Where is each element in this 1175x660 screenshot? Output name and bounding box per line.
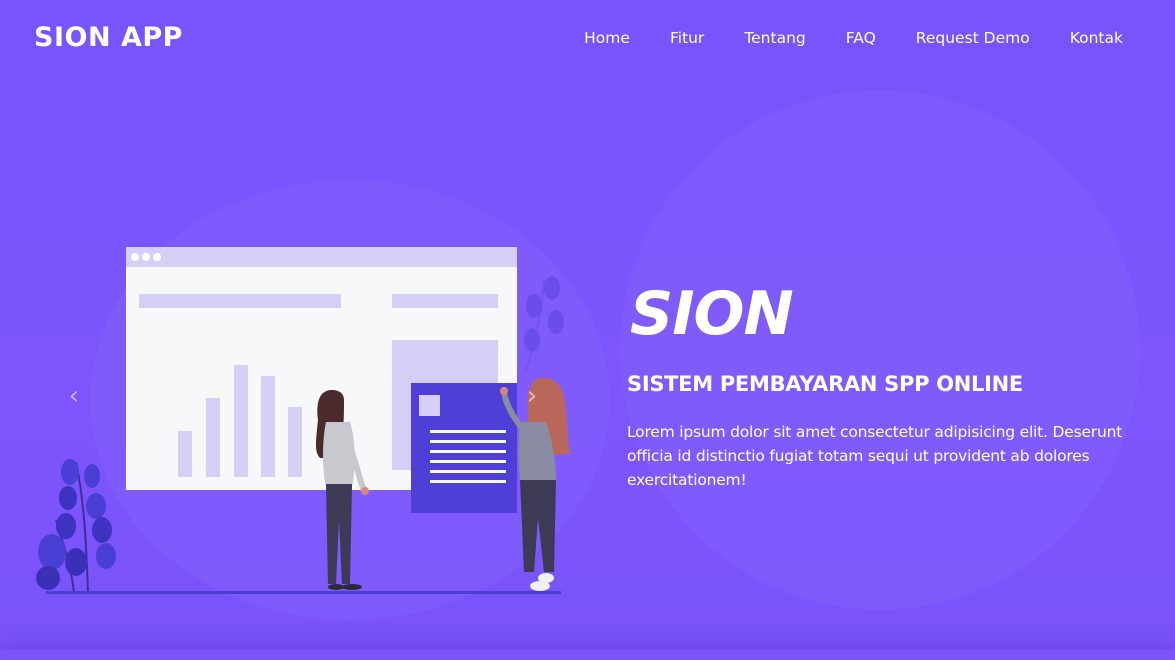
hero-title: SION <box>630 279 794 349</box>
nav-home[interactable]: Home <box>584 28 630 48</box>
hero-subtitle: SISTEM PEMBAYARAN SPP ONLINE <box>627 372 1023 396</box>
chevron-right-icon: › <box>526 381 538 411</box>
document-card-illustration <box>411 383 517 513</box>
nav-fitur[interactable]: Fitur <box>670 28 704 48</box>
background-blob <box>620 90 1140 610</box>
nav-faq[interactable]: FAQ <box>846 28 876 48</box>
chevron-left-icon: ‹ <box>68 381 80 411</box>
hero-description: Lorem ipsum dolor sit amet consectetur a… <box>627 423 1123 489</box>
nav-kontak[interactable]: Kontak <box>1070 28 1123 48</box>
main-nav: Home Fitur Tentang FAQ Request Demo Kont… <box>544 28 1123 48</box>
hero-illustration <box>36 247 570 594</box>
section-divider-shadow <box>0 650 1175 660</box>
navbar: SION APP Home Fitur Tentang FAQ Request … <box>0 0 1175 76</box>
nav-tentang[interactable]: Tentang <box>744 28 805 48</box>
carousel-prev-button[interactable]: ‹ <box>62 383 86 409</box>
carousel-next-button[interactable]: › <box>520 383 544 409</box>
plant-left-illustration <box>36 459 116 593</box>
plant-right-illustration <box>524 276 564 371</box>
ground-line <box>46 591 561 594</box>
nav-request-demo[interactable]: Request Demo <box>916 28 1030 48</box>
brand-logo[interactable]: SION APP <box>34 22 183 53</box>
